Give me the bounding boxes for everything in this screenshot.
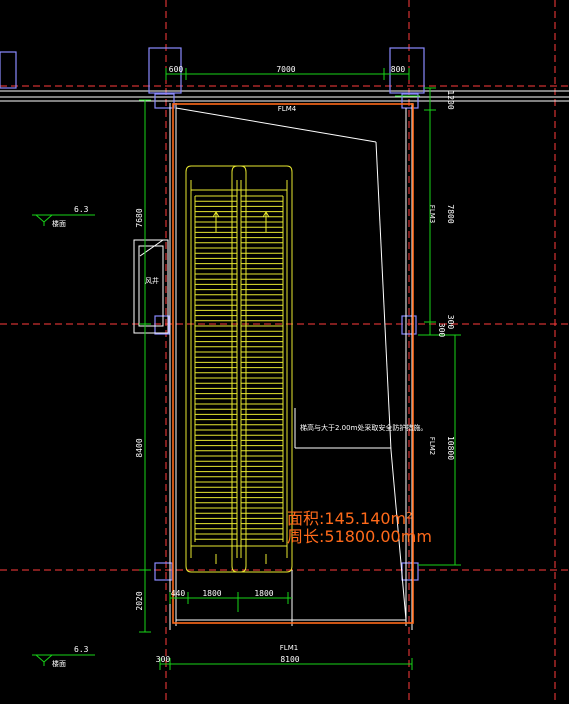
level-upper: 6.3 <box>74 205 89 214</box>
dim-top-right: 800 <box>391 65 406 74</box>
escalator-cap <box>231 165 293 173</box>
level-tag-upper: 楼面 <box>52 219 66 228</box>
safety-note: 梯高与大于2.00m处采取安全防护措施。 <box>300 423 427 432</box>
label-flm2: FLM2 <box>428 437 436 455</box>
area-text: 面积:145.140m² <box>287 509 413 528</box>
wall-tag: 风井 <box>145 276 159 285</box>
dim-bottom-inner-a: 440 <box>171 589 186 598</box>
dim-bottom-mid: 8100 <box>280 655 299 664</box>
escalator-group <box>185 165 293 573</box>
dim-top-mid: 7000 <box>276 65 295 74</box>
label-flm3: FLM3 <box>428 205 436 223</box>
dim-right-upper: 7800 <box>446 204 455 223</box>
top-beam <box>0 90 569 102</box>
escalator-cap <box>231 565 293 573</box>
dim-right-top: 1200 <box>446 90 455 109</box>
dim-bottom-left: 300 <box>156 655 171 664</box>
escalator-cap <box>185 565 247 573</box>
escalator-right <box>231 165 293 573</box>
dim-left-upper: 7680 <box>135 208 144 227</box>
perimeter-text: 周长:51800.00mm <box>287 527 432 546</box>
dim-left-mid: 8400 <box>135 438 144 457</box>
walls <box>133 103 413 630</box>
dim-right-mid: 300 <box>446 315 455 330</box>
cad-drawing: 600 7000 800 FLM4 FLM1 FLM3 FLM2 7680 84… <box>0 0 569 704</box>
label-flm1: FLM1 <box>280 644 298 652</box>
columns <box>0 47 425 581</box>
dim-left-lower: 2020 <box>135 591 144 610</box>
dim-right-lower: 10800 <box>446 436 455 460</box>
dim-top-left: 600 <box>169 65 184 74</box>
escalator-cap <box>185 165 247 173</box>
level-tag-lower: 楼面 <box>52 659 66 668</box>
dim-bottom-inner-c: 1800 <box>254 589 273 598</box>
label-flm4: FLM4 <box>278 105 297 113</box>
dim-right-mid2: 300 <box>437 323 446 338</box>
level-lower: 6.3 <box>74 645 89 654</box>
dim-bottom-inner-b: 1800 <box>202 589 221 598</box>
